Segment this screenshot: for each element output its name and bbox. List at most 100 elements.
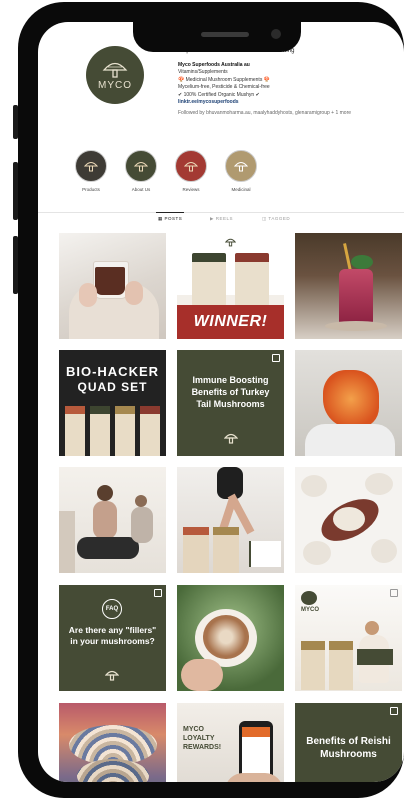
product-jar-orange (183, 527, 209, 573)
brand-badge (301, 591, 317, 605)
holding-hand (225, 773, 283, 782)
hand-right (125, 281, 143, 305)
tab-tagged-label: TAGGED (268, 216, 291, 221)
profile-avatar[interactable]: MYCO (86, 46, 144, 104)
post-cordyceps[interactable] (295, 350, 402, 456)
product-jar-green (192, 253, 226, 306)
avatar-logo-text: MYCO (98, 80, 132, 91)
turkey-tail-text: Immune Boosting Benefits of Turkey Tail … (191, 375, 270, 409)
phone-side-button (13, 105, 18, 139)
bio-line-1: 🍄 Medicinal Mushroom Supplements 🍄 (178, 76, 270, 83)
story-highlights: Products About Us Reviews Medicinal (74, 150, 274, 192)
post-hot-drink[interactable] (59, 233, 166, 339)
mushroom-icon (84, 162, 98, 172)
carousel-icon (272, 354, 280, 362)
mushroom-piece-1 (301, 475, 327, 497)
tab-tagged[interactable]: ◫ TAGGED (262, 216, 290, 222)
highlight-about-us[interactable]: About Us (124, 150, 158, 192)
mushroom-logo-icon (225, 238, 236, 247)
highlight-circle (175, 150, 207, 182)
bio-line-3: ✔ 100% Certified Organic Mushyn ✔ (178, 91, 260, 98)
highlight-circle (225, 150, 257, 182)
foreground-person (59, 511, 75, 573)
smoothie-glass (339, 269, 373, 327)
loyalty-heading: MYCO LOYALTY REWARDS! (183, 726, 222, 751)
highlight-medicinal[interactable]: Medicinal (224, 150, 258, 192)
tab-reels-label: REELS (215, 216, 233, 221)
mushroom-logo-icon (105, 670, 119, 681)
post-running[interactable] (177, 467, 284, 573)
highlight-reviews[interactable]: Reviews (174, 150, 208, 192)
mushroom-logo-icon (224, 433, 238, 444)
carousel-icon (390, 707, 398, 715)
mushroom-piece-2 (365, 473, 393, 495)
quad-jar-1 (65, 406, 85, 456)
cordyceps-mushroom (323, 370, 379, 428)
bio-link[interactable]: linktr.ee/mycosuperfoods (178, 99, 393, 106)
holding-hand (181, 659, 223, 691)
phone-volume-down-button (13, 236, 18, 294)
highlight-circle (75, 150, 107, 182)
tab-posts[interactable]: ▦ POSTS (155, 212, 185, 222)
gloved-hand (305, 424, 395, 456)
mushroom-powder (333, 507, 365, 531)
product-jar-right (329, 641, 353, 690)
promo-label-box (249, 541, 281, 567)
carousel-icon (154, 589, 162, 597)
mushroom-logo-icon (102, 62, 128, 78)
mushroom-piece-3 (303, 541, 331, 565)
tab-reels[interactable]: ▶ REELS (210, 216, 233, 222)
highlight-label: About Us (131, 187, 151, 192)
fillers-question: Are there any "fillers" in your mushroom… (68, 625, 157, 646)
faq-badge: FAQ (102, 599, 122, 619)
tab-posts-label: POSTS (164, 216, 183, 221)
post-latte[interactable] (177, 585, 284, 691)
product-jar-gold (213, 527, 239, 573)
yoga-person-body (93, 501, 117, 539)
quad-jar-3 (115, 406, 135, 456)
yoga-person-legs (77, 537, 139, 559)
profile-tabs: ▦ POSTS ▶ REELS ◫ TAGGED (38, 212, 404, 227)
turkey-tail-mushroom-2 (77, 759, 149, 782)
highlight-circle (125, 150, 157, 182)
quad-jar-2 (90, 406, 110, 456)
winner-text: WINNER! (193, 313, 268, 330)
post-yoga[interactable] (59, 467, 166, 573)
phone-volume-up-button (13, 162, 18, 220)
phone-frame: MYCO 51 posts 404 followers 255 followin… (18, 2, 404, 798)
post-turkey-tail-photo[interactable] (59, 703, 166, 782)
highlight-label: Medicinal (231, 187, 251, 192)
post-reishi[interactable]: Benefits of Reishi Mushrooms (295, 703, 402, 782)
bio-line-2: Mycelium-free, Pesticide & Chemical-free (178, 84, 270, 91)
mushroom-piece-4 (371, 539, 397, 563)
post-smoothie[interactable] (295, 233, 402, 339)
highlight-products[interactable]: Products (74, 150, 108, 192)
profile-name: Myco Superfoods Australia au (178, 62, 250, 68)
yoga-person-head (97, 485, 113, 501)
second-person-head (135, 495, 147, 507)
quad-jar-4 (140, 406, 160, 456)
post-lions-mane[interactable] (295, 467, 402, 573)
post-biohacker-quad-set[interactable]: BIO-HACKER QUAD SET (59, 350, 166, 456)
second-person-body (131, 507, 153, 543)
post-fillers-faq[interactable]: FAQ Are there any "fillers" in your mush… (59, 585, 166, 691)
post-turkey-tail[interactable]: Immune Boosting Benefits of Turkey Tail … (177, 350, 284, 456)
product-jar-red (235, 253, 269, 306)
brand-name: MYCO (301, 607, 319, 613)
profile-bio: Myco Superfoods Australia au Vitamins/Su… (178, 62, 393, 118)
phone-notch (133, 22, 301, 52)
person-head (365, 621, 379, 635)
biohacker-title: BIO-HACKER (65, 364, 160, 379)
mushroom-drink (95, 267, 125, 295)
followed-by[interactable]: Followed by bhuvanmoharma.au, maalyhaddy… (178, 110, 393, 117)
post-myco-gallery[interactable]: MYCO (295, 585, 402, 691)
promo-box (357, 649, 393, 665)
hand-left (79, 283, 97, 307)
post-loyalty-rewards[interactable]: MYCO LOYALTY REWARDS! (177, 703, 284, 782)
mushroom-icon (134, 162, 148, 172)
post-winner[interactable]: WINNER! (177, 233, 284, 339)
mint-leaves (351, 255, 373, 269)
camera-icon (271, 29, 281, 39)
highlight-label: Products (82, 187, 100, 192)
product-jar-left (301, 641, 325, 690)
